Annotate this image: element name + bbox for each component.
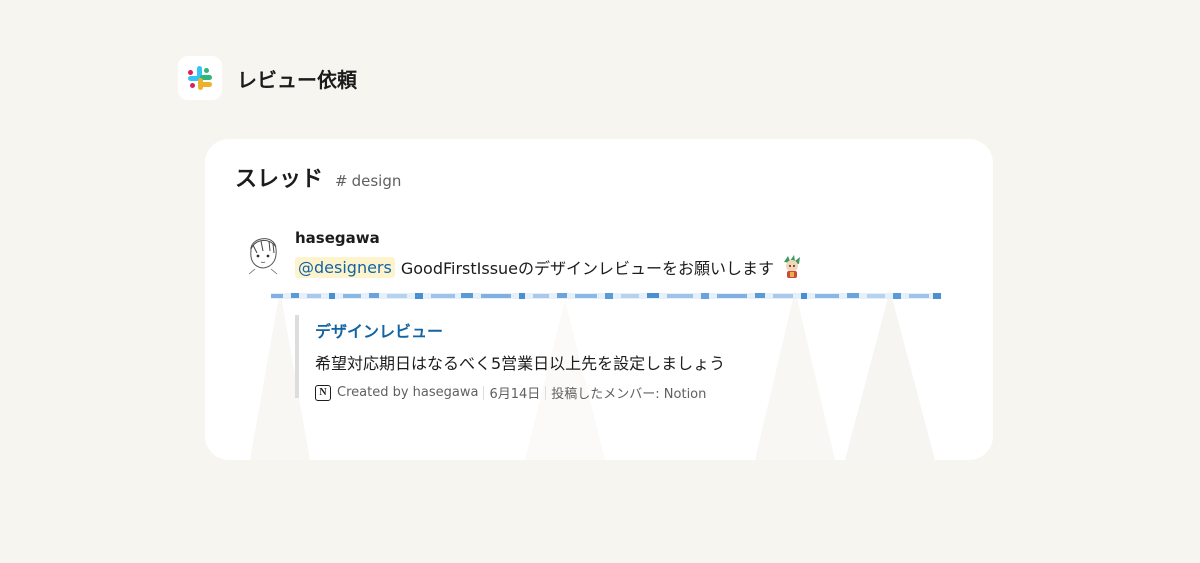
notion-icon: N [315,384,331,401]
message: hasegawa @designers GoodFirstIssueのデザインレ… [241,227,804,280]
slack-logo-icon [178,56,222,100]
channel-link[interactable]: # design [335,172,401,190]
app-header: レビュー依頼 [178,56,357,100]
username[interactable]: hasegawa [295,229,804,247]
thread-card: スレッド # design hasegawa @designers GoodFi… [205,139,993,460]
posted-by: 投稿したメンバー: Notion [551,387,707,402]
mention-designers[interactable]: @designers [295,256,395,278]
attachment-date: 6月14日 [489,387,541,402]
app-title: レビュー依頼 [237,67,357,92]
character-emoji-icon [780,254,804,280]
redacted-link[interactable] [271,291,941,301]
avatar[interactable] [241,227,285,277]
notion-attachment: デザインレビュー 希望対応期日はなるべく5営業日以上先を設定しましょう N Cr… [295,315,726,402]
divider [483,385,485,400]
attachment-title-link[interactable]: デザインレビュー [315,318,725,342]
created-by: Created by hasegawa [337,385,479,400]
thread-title: スレッド [235,167,324,192]
attachment-description: 希望対応期日はなるべく5営業日以上先を設定しましょう [315,354,726,373]
hash-icon: # [335,172,348,190]
channel-name: design [351,172,402,190]
divider [545,385,547,400]
sketch-avatar-icon [248,238,278,275]
background-decoration [845,290,935,460]
background-decoration [755,290,835,460]
attachment-footer: N Created by hasegawa 6月14日 投稿したメンバー: No… [315,383,725,402]
thread-header: スレッド # design [235,161,401,193]
message-text: GoodFirstIssueのデザインレビューをお願いします [400,259,775,278]
